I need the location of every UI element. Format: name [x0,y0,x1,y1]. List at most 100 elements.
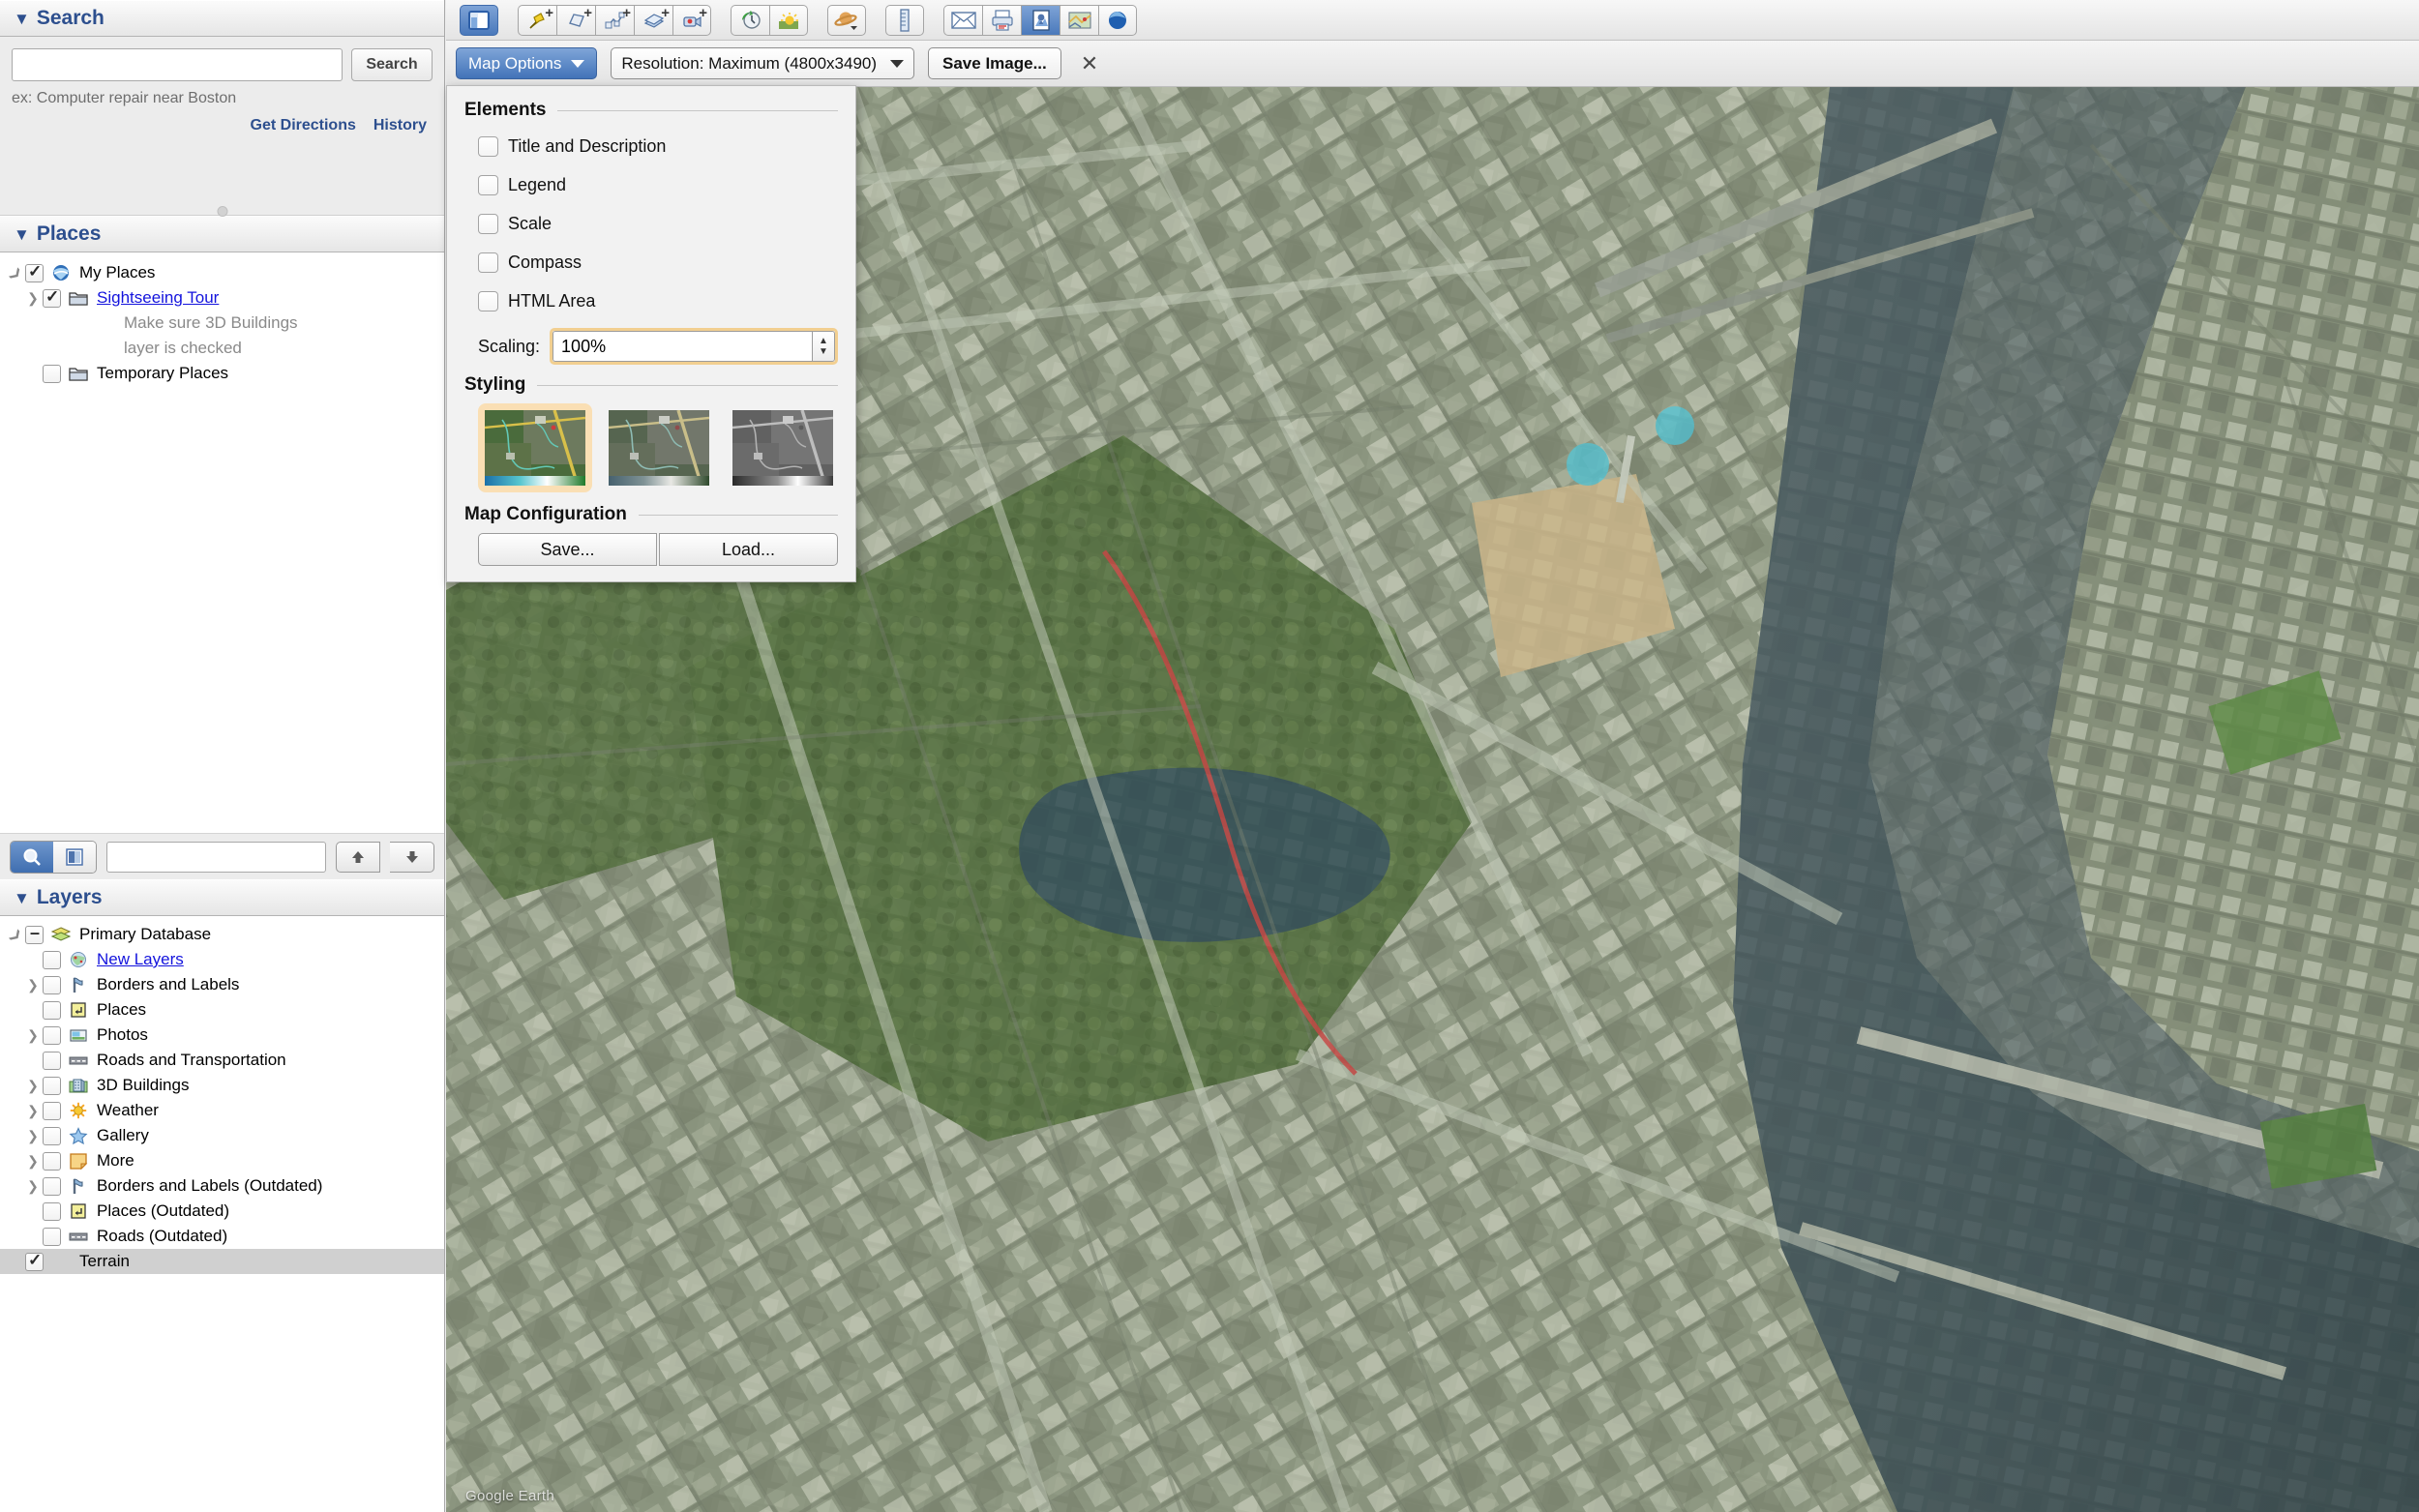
search-layers-icon[interactable] [11,841,53,873]
tree-item-more[interactable]: ❯ More [0,1148,444,1173]
disclosure-triangle-icon[interactable]: ❯ [23,1153,43,1170]
add-placemark-icon[interactable]: + [518,4,556,36]
checkbox-primary-database[interactable] [25,923,44,944]
tree-item-borders-and-labels[interactable]: ❯ Borders and Labels [0,972,444,997]
checkbox-compass[interactable] [478,252,498,273]
checkbox-places-outdated-[interactable] [43,1201,61,1221]
add-polygon-icon[interactable]: + [556,4,595,36]
disclosure-triangle-icon[interactable]: ❯ [23,1128,43,1144]
checkbox-new-layers[interactable] [43,950,61,969]
collapse-triangle-icon[interactable]: ▼ [14,11,30,27]
add-path-icon[interactable]: + [595,4,634,36]
checkbox-terrain[interactable] [25,1251,44,1271]
checkbox-roads-outdated-[interactable] [43,1227,61,1246]
planets-icon[interactable] [827,4,866,36]
checkbox-borders-and-labels[interactable] [43,975,61,994]
checkbox-places[interactable] [43,1000,61,1020]
tree-item-places[interactable]: Places [0,997,444,1023]
layer-filter-input[interactable] [106,841,326,873]
stepper-down-icon[interactable]: ▼ [819,346,828,357]
map-options-button[interactable]: Map Options [456,47,598,79]
checkbox-3d-buildings[interactable] [43,1076,61,1095]
resolution-select[interactable]: Resolution: Maximum (4800x3490) [611,47,915,79]
email-icon[interactable] [943,4,982,36]
tree-item-weather[interactable]: ❯ Weather [0,1098,444,1123]
tree-item-places-outdated-[interactable]: Places (Outdated) [0,1199,444,1224]
tree-item-3d-buildings[interactable]: ❯ 3D Buildings [0,1073,444,1098]
tree-item-layer-is-checked[interactable]: layer is checked [0,336,444,361]
places-panel-header[interactable]: ▼ Places [0,216,444,252]
disclosure-triangle-icon[interactable]: ❯ [6,264,25,282]
view-in-google-maps-icon[interactable] [1060,4,1098,36]
stepper-up-icon[interactable]: ▲ [819,336,828,346]
disclosure-triangle-icon[interactable]: ❯ [23,1078,43,1094]
checkbox-borders-and-labels-outdated-[interactable] [43,1176,61,1196]
tree-item-roads-outdated-[interactable]: Roads (Outdated) [0,1224,444,1249]
element-row-compass[interactable]: Compass [464,243,838,282]
tree-item-terrain[interactable]: Terrain [0,1249,444,1274]
save-image-icon[interactable] [1021,4,1060,36]
search-button[interactable]: Search [351,48,433,81]
move-up-button[interactable] [336,841,380,873]
style-thumb-color-style[interactable] [478,403,592,492]
sunlight-icon[interactable] [769,4,808,36]
search-panel-header[interactable]: ▼ Search [0,0,444,37]
checkbox-photos[interactable] [43,1025,61,1045]
tree-item-temporary-places[interactable]: Temporary Places [0,361,444,386]
tree-item-roads-and-transportation[interactable]: Roads and Transportation [0,1048,444,1073]
checkbox-scale[interactable] [478,213,498,234]
disclosure-triangle-icon[interactable]: ❯ [23,1178,43,1195]
layer-opacity-icon[interactable] [53,841,96,873]
checkbox-legend[interactable] [478,174,498,195]
checkbox-gallery[interactable] [43,1126,61,1145]
tree-item-primary-database[interactable]: ❯ Primary Database [0,922,444,947]
save-image-button[interactable]: Save Image... [928,47,1061,79]
tree-item-gallery[interactable]: ❯ Gallery [0,1123,444,1148]
print-icon[interactable] [982,4,1021,36]
tree-item-photos[interactable]: ❯ Photos [0,1023,444,1048]
splitter-grip[interactable] [217,206,227,217]
disclosure-triangle-icon[interactable]: ❯ [23,977,43,993]
toggle-sidebar-icon[interactable] [460,4,498,36]
move-down-button[interactable] [390,841,434,873]
tree-item-make-sure-3d-buildings[interactable]: Make sure 3D Buildings [0,311,444,336]
config-save-button[interactable]: Save... [478,533,657,566]
checkbox-more[interactable] [43,1151,61,1171]
checkbox-html-area[interactable] [478,290,498,311]
ruler-icon[interactable] [885,4,924,36]
disclosure-triangle-icon[interactable]: ❯ [23,1103,43,1119]
record-tour-icon[interactable]: + [672,4,711,36]
element-row-title-and-description[interactable]: Title and Description [464,127,838,165]
earth-globe-icon[interactable] [1098,4,1137,36]
element-row-scale[interactable]: Scale [464,204,838,243]
checkbox-sightseeing-tour[interactable] [43,287,61,308]
scaling-input[interactable] [552,331,812,362]
tree-item-sightseeing-tour[interactable]: ❯ Sightseeing Tour [0,285,444,311]
collapse-triangle-icon[interactable]: ▼ [14,890,30,906]
config-load-button[interactable]: Load... [659,533,838,566]
search-input[interactable] [12,48,343,81]
checkbox-temporary-places[interactable] [43,364,61,383]
historical-imagery-icon[interactable] [731,4,769,36]
scaling-stepper[interactable]: ▲ ▼ [812,331,835,362]
style-thumb-muted-style[interactable] [602,403,716,492]
history-link[interactable]: History [373,117,427,134]
element-row-html-area[interactable]: HTML Area [464,282,838,320]
search-places-splitter[interactable] [0,204,444,217]
checkbox-weather[interactable] [43,1101,61,1120]
collapse-triangle-icon[interactable]: ▼ [14,226,30,243]
tree-item-borders-and-labels-outdated-[interactable]: ❯ Borders and Labels (Outdated) [0,1173,444,1199]
style-thumb-grayscale-style[interactable] [726,403,840,492]
disclosure-triangle-icon[interactable]: ❯ [6,926,25,943]
checkbox-my-places[interactable] [25,262,44,282]
add-image-overlay-icon[interactable]: + [634,4,672,36]
get-directions-link[interactable]: Get Directions [251,117,356,134]
close-icon[interactable]: ✕ [1075,52,1104,74]
element-row-legend[interactable]: Legend [464,165,838,204]
disclosure-triangle-icon[interactable]: ❯ [23,1027,43,1044]
disclosure-triangle-icon[interactable]: ❯ [23,290,43,307]
checkbox-roads-and-transportation[interactable] [43,1051,61,1070]
tree-item-new-layers[interactable]: New Layers [0,947,444,972]
layers-panel-header[interactable]: ▼ Layers [0,879,444,916]
tree-item-my-places[interactable]: ❯ My Places [0,260,444,285]
